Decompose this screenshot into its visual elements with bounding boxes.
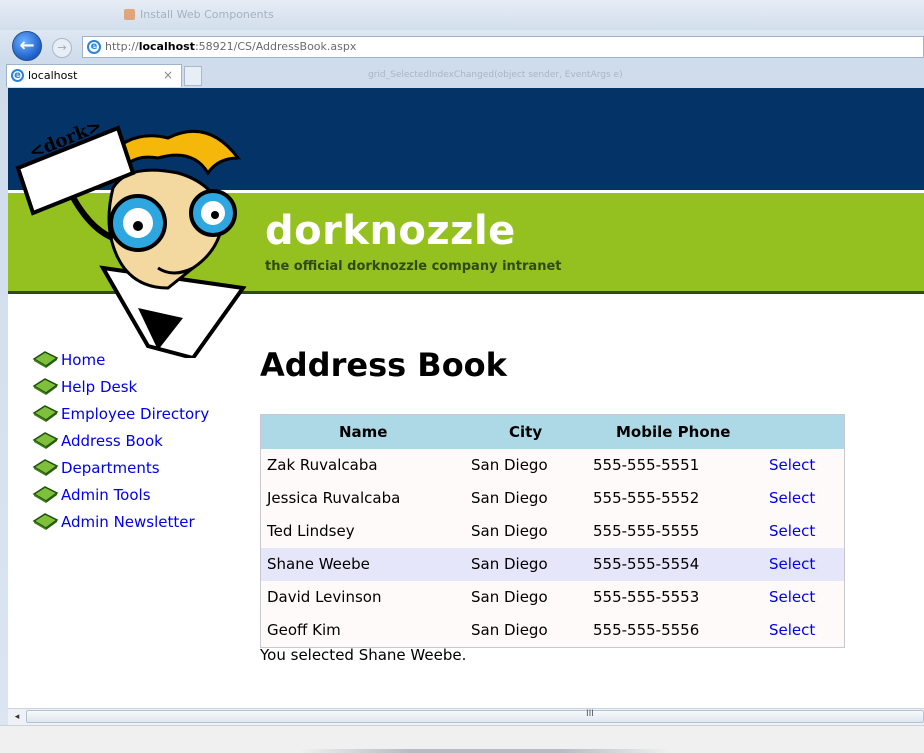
cell-phone: 555-555-5555 <box>593 522 700 540</box>
sidebar-item-label: Departments <box>61 459 160 477</box>
cell-name: David Levinson <box>267 588 382 606</box>
forward-arrow-icon: → <box>57 41 67 54</box>
new-tab-button[interactable] <box>184 66 202 86</box>
ie-logo-icon: e <box>87 40 101 54</box>
sidebar-item-label: Home <box>61 351 106 369</box>
table-row: Jessica Ruvalcaba San Diego 555-555-5552… <box>261 482 844 515</box>
ie-tab-icon: e <box>11 69 24 82</box>
horizontal-scrollbar[interactable]: ◂ III <box>8 708 924 725</box>
tab-localhost[interactable]: e localhost × <box>6 64 182 87</box>
cell-name: Jessica Ruvalcaba <box>267 489 401 507</box>
address-bar[interactable]: e http://localhost:58921/CS/AddressBook.a… <box>82 36 924 58</box>
scroll-grip-icon: III <box>586 709 594 719</box>
sidebar-nav: Home Help Desk Employee Directory Addres… <box>32 347 232 536</box>
title-bar: Install Web Components <box>0 0 924 30</box>
select-link[interactable]: Select <box>769 548 815 581</box>
cell-city: San Diego <box>471 489 548 507</box>
page-viewport: <dork> dorknozzle the official dorknozzl… <box>8 88 924 708</box>
selection-message: You selected Shane Weebe. <box>260 646 467 664</box>
forward-button[interactable]: → <box>52 38 72 58</box>
column-header-city: City <box>509 423 543 441</box>
window-title: Install Web Components <box>140 8 274 21</box>
book-icon <box>32 513 59 530</box>
sidebar-item-admin-tools[interactable]: Admin Tools <box>32 482 232 509</box>
book-icon <box>32 432 59 449</box>
book-icon <box>32 351 59 368</box>
cell-city: San Diego <box>471 456 548 474</box>
sidebar-item-label: Admin Tools <box>61 486 151 504</box>
page-title: Address Book <box>260 346 507 384</box>
page-icon <box>124 9 135 20</box>
sidebar-item-label: Employee Directory <box>61 405 210 423</box>
cell-city: San Diego <box>471 588 548 606</box>
tab-label: localhost <box>28 69 78 82</box>
grid-header-row: Name City Mobile Phone <box>261 415 844 449</box>
table-row: Geoff Kim San Diego 555-555-5556 Select <box>261 614 844 647</box>
cell-city: San Diego <box>471 621 548 639</box>
cell-phone: 555-555-5554 <box>593 555 700 573</box>
select-link[interactable]: Select <box>769 449 815 482</box>
sidebar-item-address-book[interactable]: Address Book <box>32 428 232 455</box>
sidebar-item-admin-newsletter[interactable]: Admin Newsletter <box>32 509 232 536</box>
cell-phone: 555-555-5551 <box>593 456 700 474</box>
select-link[interactable]: Select <box>769 581 815 614</box>
sidebar-item-label: Admin Newsletter <box>61 513 195 531</box>
scroll-left-icon[interactable]: ◂ <box>10 710 24 724</box>
taskbar-shadow <box>300 749 670 753</box>
sidebar-item-employee-directory[interactable]: Employee Directory <box>32 401 232 428</box>
back-arrow-icon: ← <box>19 35 35 56</box>
cell-phone: 555-555-5553 <box>593 588 700 606</box>
cell-name: Ted Lindsey <box>267 522 355 540</box>
scrollbar-thumb[interactable]: III <box>26 709 924 723</box>
sidebar-item-label: Address Book <box>61 432 163 450</box>
site-title: dorknozzle <box>265 208 516 254</box>
tab-close-icon[interactable]: × <box>163 65 173 86</box>
cell-name: Geoff Kim <box>267 621 341 639</box>
table-row: David Levinson San Diego 555-555-5553 Se… <box>261 581 844 614</box>
cell-name: Shane Weebe <box>267 555 370 573</box>
book-icon <box>32 459 59 476</box>
select-link[interactable]: Select <box>769 482 815 515</box>
url-prefix: http:// <box>105 40 139 53</box>
back-button[interactable]: ← <box>12 31 42 61</box>
cell-name: Zak Ruvalcaba <box>267 456 378 474</box>
url-host: localhost <box>138 40 195 53</box>
column-header-mobile-phone: Mobile Phone <box>616 423 731 441</box>
select-link[interactable]: Select <box>769 614 815 647</box>
cell-city: San Diego <box>471 522 548 540</box>
browser-window: Install Web Components ← → e http://local… <box>0 0 924 753</box>
sidebar-item-help-desk[interactable]: Help Desk <box>32 374 232 401</box>
address-book-grid: Name City Mobile Phone Zak Ruvalcaba San… <box>260 414 845 648</box>
cell-city: San Diego <box>471 555 548 573</box>
select-link[interactable]: Select <box>769 515 815 548</box>
book-icon <box>32 405 59 422</box>
sidebar-item-home[interactable]: Home <box>32 347 232 374</box>
background-status-text: grid_SelectedIndexChanged(object sender,… <box>368 70 623 80</box>
cell-phone: 555-555-5552 <box>593 489 700 507</box>
table-row: Ted Lindsey San Diego 555-555-5555 Selec… <box>261 515 844 548</box>
table-row: Zak Ruvalcaba San Diego 555-555-5551 Sel… <box>261 449 844 482</box>
book-icon <box>32 378 59 395</box>
cell-phone: 555-555-5556 <box>593 621 700 639</box>
column-header-name: Name <box>339 423 388 441</box>
sidebar-item-label: Help Desk <box>61 378 138 396</box>
site-subtitle: the official dorknozzle company intranet <box>265 259 562 274</box>
sidebar-item-departments[interactable]: Departments <box>32 455 232 482</box>
book-icon <box>32 486 59 503</box>
table-row-selected: Shane Weebe San Diego 555-555-5554 Selec… <box>261 548 844 581</box>
url-path: :58921/CS/AddressBook.aspx <box>194 40 357 53</box>
